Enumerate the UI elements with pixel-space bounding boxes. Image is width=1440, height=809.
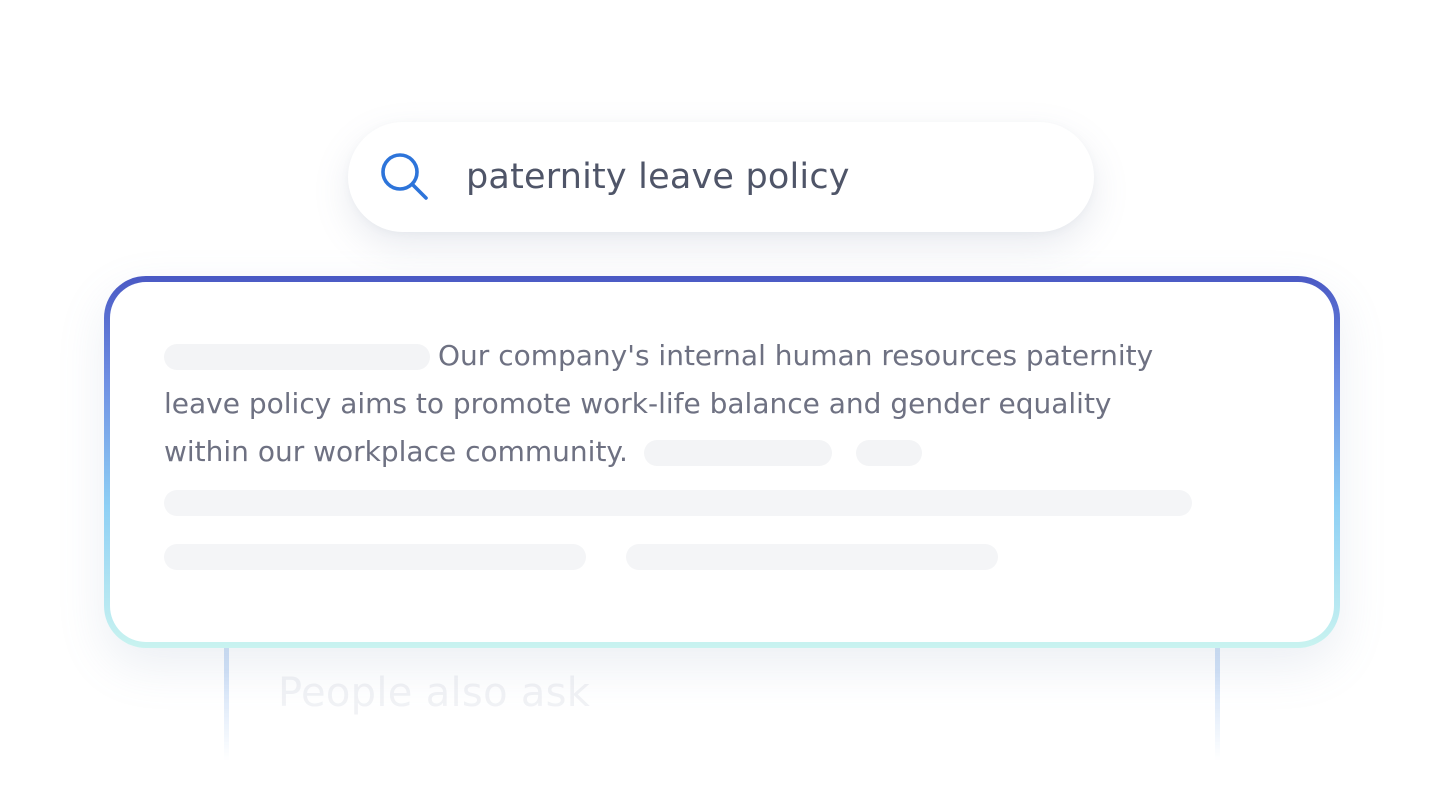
placeholder-pill	[643, 440, 832, 466]
people-also-ask-title: People also ask	[278, 670, 591, 716]
search-input[interactable]: paternity leave policy	[466, 157, 850, 197]
skeleton-line	[164, 544, 586, 570]
skeleton-line	[626, 544, 998, 570]
page-canvas: People also ask paternity leave policy O…	[0, 0, 1440, 809]
result-snippet: Our company's internal human resources p…	[164, 332, 1184, 476]
search-bar[interactable]: paternity leave policy	[348, 122, 1094, 232]
placeholder-pill	[855, 440, 922, 466]
search-icon[interactable]	[378, 150, 432, 204]
skeleton-line	[164, 490, 1192, 516]
featured-result-card[interactable]: Our company's internal human resources p…	[104, 276, 1340, 648]
featured-result-body: Our company's internal human resources p…	[110, 282, 1334, 642]
placeholder-pill	[164, 344, 430, 370]
